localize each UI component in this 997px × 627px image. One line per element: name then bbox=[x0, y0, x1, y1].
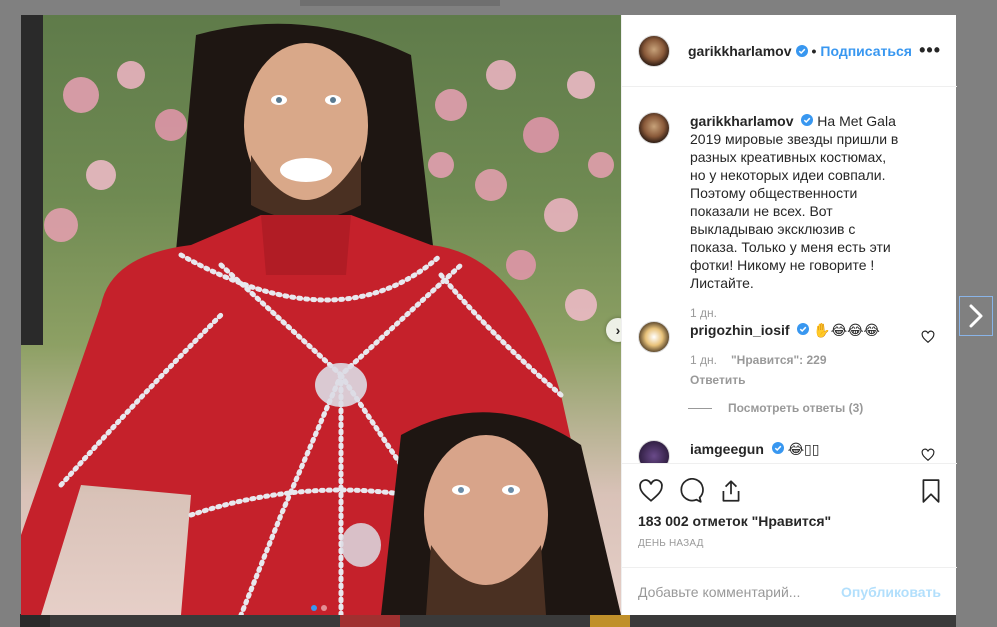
author-info: garikkharlamov • Подписаться bbox=[688, 43, 912, 59]
verified-badge-icon bbox=[795, 44, 808, 57]
comment-text: ✋😂😂😂 bbox=[813, 322, 880, 338]
comment-time[interactable]: 1 дн. bbox=[690, 351, 717, 369]
backdrop-top-strip bbox=[300, 0, 500, 6]
feed-peek-block bbox=[20, 614, 50, 627]
more-options-icon[interactable]: ••• bbox=[919, 40, 941, 61]
carousel-dot-active bbox=[311, 605, 317, 611]
post-actions: 183 002 отметок "Нравится" ДЕНЬ НАЗАД bbox=[622, 463, 957, 575]
post-header: garikkharlamov • Подписаться ••• bbox=[622, 15, 957, 87]
commenter-avatar[interactable] bbox=[638, 321, 670, 353]
header-separator: • bbox=[811, 42, 817, 59]
caption-meta: 1 дн. bbox=[690, 304, 900, 322]
post-details-panel: garikkharlamov • Подписаться ••• garikkh… bbox=[621, 15, 957, 615]
comment-text: 😂▯▯ bbox=[787, 441, 820, 457]
commenter-username[interactable]: iamgeegun bbox=[690, 441, 764, 457]
feed-peek-block bbox=[340, 614, 400, 627]
comment-item: iamgeegun 😂▯▯ bbox=[638, 440, 941, 463]
view-replies-label[interactable]: Посмотреть ответы (3) bbox=[728, 401, 863, 415]
author-avatar[interactable] bbox=[638, 34, 670, 67]
commenter-avatar[interactable] bbox=[638, 440, 670, 463]
backdrop-feed-peek bbox=[20, 614, 956, 627]
verified-badge-icon bbox=[801, 114, 814, 126]
heart-icon[interactable] bbox=[638, 478, 664, 504]
comment-likes[interactable]: "Нравится": 229 bbox=[731, 351, 827, 369]
comment-body: iamgeegun 😂▯▯ bbox=[690, 440, 900, 463]
comment-like-heart-icon[interactable] bbox=[921, 330, 935, 344]
caption-body: garikkharlamov На Met Gala 2019 мировые … bbox=[690, 112, 900, 322]
comment-body: prigozhin_iosif ✋😂😂😂 1 дн. "Нравится": 2… bbox=[690, 321, 900, 389]
next-post-button[interactable] bbox=[959, 296, 993, 336]
view-replies-button[interactable]: Посмотреть ответы (3) bbox=[688, 401, 863, 415]
comment-item: prigozhin_iosif ✋😂😂😂 1 дн. "Нравится": 2… bbox=[638, 321, 941, 389]
carousel-indicator bbox=[311, 605, 327, 611]
bookmark-icon[interactable] bbox=[918, 478, 944, 504]
feed-peek-block bbox=[590, 614, 630, 627]
caption-comment: garikkharlamov На Met Gala 2019 мировые … bbox=[638, 112, 941, 322]
caption-text: На Met Gala 2019 мировые звезды пришли в… bbox=[690, 113, 899, 291]
comment-input[interactable] bbox=[638, 583, 842, 600]
commenter-username[interactable]: prigozhin_iosif bbox=[690, 322, 790, 338]
follow-button[interactable]: Подписаться bbox=[820, 43, 912, 59]
comment-icon[interactable] bbox=[678, 478, 704, 504]
author-username[interactable]: garikkharlamov bbox=[688, 43, 792, 59]
reply-button[interactable]: Ответить bbox=[690, 371, 900, 389]
comment-meta: 1 дн. "Нравится": 229 bbox=[690, 351, 900, 369]
author-avatar[interactable] bbox=[638, 112, 670, 144]
chevron-right-icon bbox=[969, 304, 983, 328]
comments-list[interactable]: garikkharlamov На Met Gala 2019 мировые … bbox=[622, 88, 957, 463]
replies-line bbox=[688, 407, 712, 409]
photo-illustration bbox=[21, 15, 621, 615]
add-comment-form: Опубликовать bbox=[622, 567, 957, 615]
caption-time[interactable]: 1 дн. bbox=[690, 304, 717, 322]
comment-like-heart-icon[interactable] bbox=[921, 448, 935, 462]
carousel-dot bbox=[321, 605, 327, 611]
verified-badge-icon bbox=[797, 323, 810, 335]
verified-badge-icon bbox=[771, 442, 784, 454]
publish-button[interactable]: Опубликовать bbox=[841, 584, 941, 600]
likes-count[interactable]: 183 002 отметок "Нравится" bbox=[638, 513, 831, 529]
post-timestamp[interactable]: ДЕНЬ НАЗАД bbox=[638, 538, 704, 549]
share-icon[interactable] bbox=[718, 478, 744, 504]
caption-username[interactable]: garikkharlamov bbox=[690, 113, 794, 129]
post-photo[interactable]: › bbox=[21, 15, 621, 615]
